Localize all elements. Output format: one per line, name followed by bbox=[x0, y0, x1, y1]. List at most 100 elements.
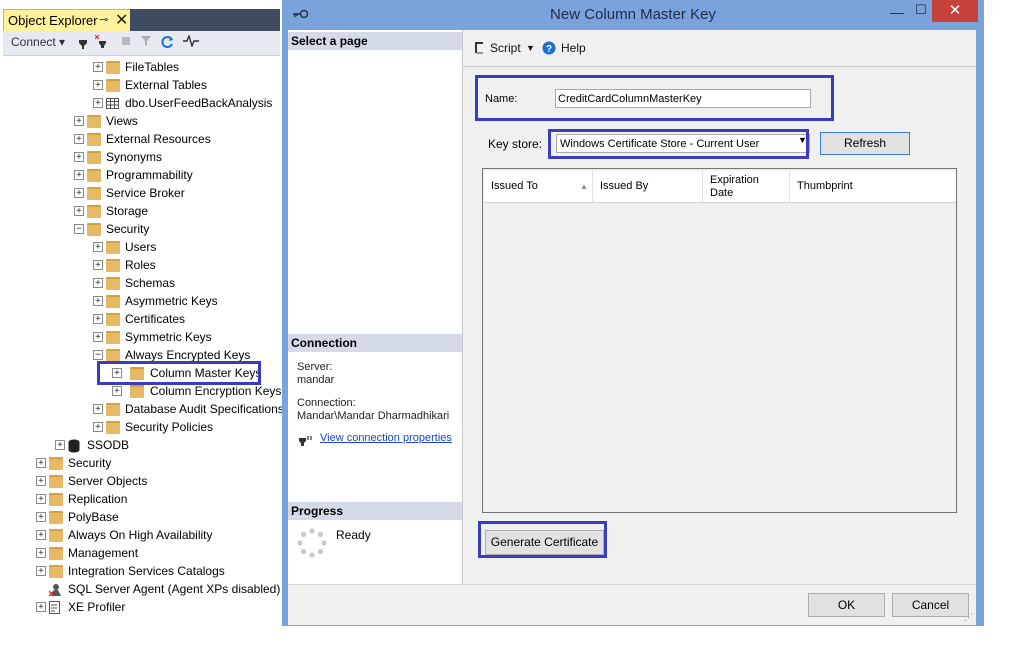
name-label: Name: bbox=[485, 93, 518, 105]
expand-icon[interactable]: + bbox=[74, 206, 84, 216]
tree-node[interactable]: + Roles bbox=[3, 256, 280, 274]
expand-icon[interactable]: + bbox=[93, 62, 103, 72]
tree-node[interactable]: + Database Audit Specifications bbox=[3, 400, 284, 418]
expand-icon[interactable]: + bbox=[36, 602, 46, 612]
connect-button[interactable]: Connect ▾ bbox=[11, 35, 65, 49]
tree-node[interactable]: + Security Policies bbox=[3, 418, 280, 436]
name-input[interactable]: CreditCardColumnMasterKey bbox=[555, 89, 811, 108]
dialog-toolbar: Script ▼ ? Help bbox=[463, 30, 976, 67]
minimize-button[interactable]: — bbox=[884, 4, 910, 24]
expand-icon[interactable]: + bbox=[36, 458, 46, 468]
script-icon[interactable] bbox=[472, 41, 486, 58]
tree-node[interactable]: + Programmability bbox=[3, 166, 280, 184]
folder-icon bbox=[49, 511, 63, 524]
tree-node[interactable]: + Always On High Availability bbox=[3, 526, 280, 544]
object-explorer-tab[interactable]: Object Explorer ⊸ ✕ bbox=[3, 9, 132, 33]
script-button[interactable]: Script bbox=[490, 41, 521, 55]
expand-icon[interactable]: + bbox=[93, 296, 103, 306]
tree-node-label: Certificates bbox=[125, 312, 186, 326]
expand-icon[interactable]: + bbox=[74, 134, 84, 144]
tree-node[interactable]: + Schemas bbox=[3, 274, 280, 292]
tree-node[interactable]: + Security bbox=[3, 454, 280, 472]
column-header-issued-by[interactable]: Issued By bbox=[593, 171, 703, 202]
help-icon[interactable]: ? bbox=[542, 41, 556, 58]
tree-node[interactable]: + Asymmetric Keys bbox=[3, 292, 280, 310]
ok-button[interactable]: OK bbox=[808, 593, 885, 617]
expand-icon[interactable]: + bbox=[36, 494, 46, 504]
collapse-icon[interactable]: − bbox=[74, 224, 84, 234]
tree-node[interactable]: + dbo.UserFeedBackAnalysis bbox=[3, 94, 280, 112]
expand-icon[interactable]: + bbox=[74, 170, 84, 180]
tree-node[interactable]: + Integration Services Catalogs bbox=[3, 562, 280, 580]
help-button[interactable]: Help bbox=[561, 41, 586, 55]
tree-node[interactable]: + Replication bbox=[3, 490, 280, 508]
dialog-close-button[interactable]: ✕ bbox=[932, 0, 978, 22]
tree-node[interactable]: − Security bbox=[3, 220, 280, 238]
grid-header: Issued To ▲ Issued By Expiration Date Th… bbox=[484, 171, 956, 203]
tree-node[interactable]: + Server Objects bbox=[3, 472, 280, 490]
view-connection-properties-link[interactable]: View connection properties bbox=[320, 432, 452, 444]
expand-icon[interactable]: + bbox=[93, 242, 103, 252]
tree-node[interactable]: + Symmetric Keys bbox=[3, 328, 280, 346]
expand-icon[interactable]: + bbox=[93, 260, 103, 270]
tree-node[interactable]: + External Tables bbox=[3, 76, 280, 94]
connect-plug-icon[interactable] bbox=[77, 35, 89, 52]
pin-icon[interactable]: ⊸ bbox=[99, 13, 108, 26]
script-dropdown-icon[interactable]: ▼ bbox=[526, 43, 535, 53]
expand-icon[interactable]: + bbox=[74, 152, 84, 162]
tree-node[interactable]: + SSODB bbox=[3, 436, 280, 454]
close-icon[interactable]: ✕ bbox=[115, 10, 128, 30]
refresh-button[interactable]: Refresh bbox=[820, 132, 910, 155]
cancel-button[interactable]: Cancel bbox=[892, 593, 969, 617]
expand-icon[interactable]: + bbox=[36, 548, 46, 558]
expand-icon[interactable]: + bbox=[93, 80, 103, 90]
expand-icon[interactable]: + bbox=[74, 188, 84, 198]
expand-icon[interactable]: + bbox=[112, 386, 122, 396]
folder-icon bbox=[106, 61, 120, 74]
expand-icon[interactable]: + bbox=[55, 440, 65, 450]
expand-icon[interactable]: + bbox=[93, 422, 103, 432]
tree-node[interactable]: + Certificates bbox=[3, 310, 280, 328]
filter-icon[interactable] bbox=[140, 35, 152, 50]
expand-icon[interactable]: + bbox=[36, 530, 46, 540]
tree-node[interactable]: + External Resources bbox=[3, 130, 280, 148]
refresh-icon[interactable] bbox=[161, 35, 175, 52]
tree-node[interactable]: + XE Profiler bbox=[3, 598, 280, 616]
progress-spinner-icon bbox=[297, 528, 327, 558]
stop-icon[interactable] bbox=[120, 35, 132, 50]
expand-icon[interactable]: + bbox=[93, 278, 103, 288]
column-header-expiration-date[interactable]: Expiration Date bbox=[703, 171, 790, 202]
tree-node-label: Database Audit Specifications bbox=[125, 402, 284, 416]
certificates-grid[interactable] bbox=[482, 168, 957, 513]
expand-icon[interactable]: + bbox=[36, 512, 46, 522]
tree-node[interactable]: + FileTables bbox=[3, 58, 280, 76]
expand-icon[interactable]: + bbox=[93, 98, 103, 108]
folder-icon bbox=[87, 115, 101, 128]
column-header-thumbprint[interactable]: Thumbprint bbox=[790, 171, 956, 202]
expand-icon[interactable]: + bbox=[93, 314, 103, 324]
expand-icon[interactable]: + bbox=[93, 332, 103, 342]
disconnect-icon[interactable] bbox=[94, 34, 109, 52]
tree-node[interactable]: + Management bbox=[3, 544, 280, 562]
tree-node[interactable]: + Users bbox=[3, 238, 280, 256]
resize-grip-icon[interactable]: ⋰ bbox=[964, 612, 973, 623]
tree-node[interactable]: + PolyBase bbox=[3, 508, 280, 526]
maximize-button[interactable]: ☐ bbox=[908, 2, 934, 22]
generate-certificate-button[interactable]: Generate Certificate bbox=[485, 530, 604, 555]
expand-icon[interactable]: + bbox=[74, 116, 84, 126]
tree-node[interactable]: + Views bbox=[3, 112, 280, 130]
tree-node-label: Integration Services Catalogs bbox=[68, 564, 225, 578]
column-header-issued-to[interactable]: Issued To ▲ bbox=[484, 171, 593, 202]
tree-node[interactable]: + Synonyms bbox=[3, 148, 280, 166]
expand-icon[interactable]: + bbox=[36, 566, 46, 576]
expand-icon[interactable]: + bbox=[93, 404, 103, 414]
object-explorer-toolbar: Connect ▾ bbox=[3, 31, 280, 56]
tree-node[interactable]: + Service Broker bbox=[3, 184, 280, 202]
tree-node[interactable]: + Storage bbox=[3, 202, 280, 220]
folder-icon bbox=[49, 475, 63, 488]
tree-node[interactable]: SQL Server Agent (Agent XPs disabled) bbox=[3, 580, 280, 598]
expand-icon[interactable]: + bbox=[36, 476, 46, 486]
tree-node-label: Service Broker bbox=[106, 186, 185, 200]
activity-monitor-icon[interactable] bbox=[183, 33, 199, 50]
collapse-icon[interactable]: − bbox=[93, 350, 103, 360]
